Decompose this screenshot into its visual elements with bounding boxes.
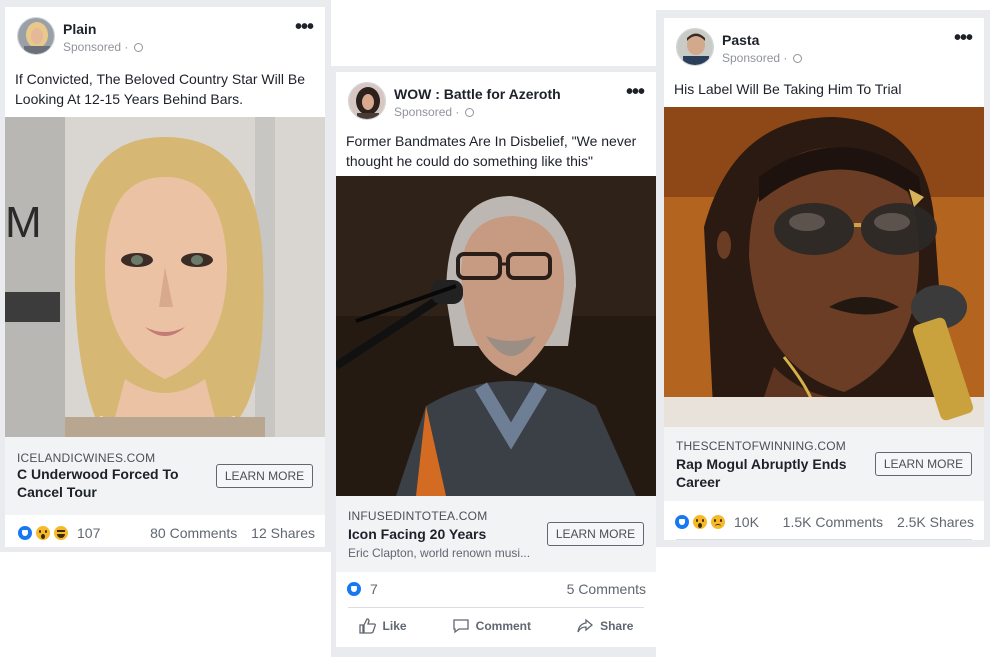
share-icon <box>577 618 594 633</box>
link-domain: INFUSEDINTOTEA.COM <box>348 509 488 523</box>
post-header: Pasta Sponsored · ••• <box>664 18 984 74</box>
link-preview[interactable]: INFUSEDINTOTEA.COM Icon Facing 20 Years … <box>336 496 656 572</box>
sad-reaction-icon <box>710 514 726 530</box>
like-button[interactable]: Like <box>358 618 407 634</box>
ad-image[interactable]: M <box>5 117 325 437</box>
ad-card-pasta: Pasta Sponsored · ••• His Label Will Be … <box>664 18 984 540</box>
like-reaction-icon <box>346 581 362 597</box>
wow-reaction-icon <box>35 525 51 541</box>
link-headline[interactable]: C Underwood Forced To Cancel Tour <box>17 465 197 501</box>
learn-more-button[interactable]: LEARN MORE <box>547 522 644 546</box>
page-name[interactable]: Pasta <box>722 32 759 48</box>
link-preview[interactable]: THESCENTOFWINNING.COM Rap Mogul Abruptly… <box>664 427 984 501</box>
link-headline[interactable]: Rap Mogul Abruptly Ends Career <box>676 455 861 491</box>
comment-button[interactable]: Comment <box>452 618 531 634</box>
comment-count[interactable]: 5 Comments <box>567 581 646 597</box>
sponsored-label: Sponsored · <box>722 51 802 65</box>
learn-more-button[interactable]: LEARN MORE <box>875 452 972 476</box>
more-options-icon[interactable]: ••• <box>954 28 973 48</box>
like-reaction-icon <box>17 525 33 541</box>
reaction-count: 7 <box>370 581 378 597</box>
avatar[interactable] <box>17 17 55 55</box>
page-name[interactable]: Plain <box>63 21 96 37</box>
comment-label: Comment <box>475 619 531 633</box>
sponsored-text: Sponsored · <box>394 105 460 119</box>
svg-text:M: M <box>5 198 42 247</box>
link-preview[interactable]: ICELANDICWINES.COM C Underwood Forced To… <box>5 437 325 515</box>
post-text: If Convicted, The Beloved Country Star W… <box>15 71 305 107</box>
share-count[interactable]: 2.5K Shares <box>897 514 974 530</box>
haha-reaction-icon <box>53 525 69 541</box>
comment-share-counts: 1.5K Comments 2.5K Shares <box>783 514 974 530</box>
engagement-bar: 107 80 Comments 12 Shares <box>5 525 325 545</box>
wow-reaction-icon <box>692 514 708 530</box>
more-options-icon[interactable]: ••• <box>626 82 645 102</box>
ad-card-plain: Plain Sponsored · ••• If Convicted, The … <box>5 7 325 547</box>
globe-icon <box>133 43 143 52</box>
sponsored-text: Sponsored · <box>63 40 129 54</box>
reaction-summary[interactable]: 7 <box>346 581 378 597</box>
ad-card-wow: WOW : Battle for Azeroth Sponsored · •••… <box>336 72 656 647</box>
sponsored-text: Sponsored · <box>722 51 788 65</box>
share-label: Share <box>600 619 634 633</box>
share-button[interactable]: Share <box>576 618 633 634</box>
link-domain: ICELANDICWINES.COM <box>17 451 156 465</box>
post-header: WOW : Battle for Azeroth Sponsored · ••• <box>336 72 656 128</box>
reaction-count: 10K <box>734 514 759 530</box>
link-domain: THESCENTOFWINNING.COM <box>676 439 846 453</box>
actions-divider <box>676 539 972 540</box>
comment-count[interactable]: 80 Comments <box>150 525 237 541</box>
learn-more-button[interactable]: LEARN MORE <box>216 464 313 488</box>
avatar[interactable] <box>676 28 714 66</box>
comment-count[interactable]: 1.5K Comments <box>783 514 883 530</box>
post-actions: Like Comment Share <box>336 618 656 634</box>
actions-divider <box>348 607 644 608</box>
engagement-bar: 7 5 Comments <box>336 581 656 601</box>
link-headline[interactable]: Icon Facing 20 Years <box>348 525 538 543</box>
comment-share-counts: 80 Comments 12 Shares <box>150 525 315 541</box>
engagement-bar: 10K 1.5K Comments 2.5K Shares <box>664 514 984 534</box>
reaction-count: 107 <box>77 525 101 541</box>
link-description: Eric Clapton, world renown musi... <box>348 546 531 560</box>
thumbs-up-icon <box>358 618 376 634</box>
post-text: Former Bandmates Are In Disbelief, "We n… <box>346 133 637 169</box>
reaction-summary[interactable]: 10K <box>674 514 759 530</box>
comment-count-wrap: 5 Comments <box>567 581 646 597</box>
globe-icon <box>464 108 474 117</box>
more-options-icon[interactable]: ••• <box>295 17 314 37</box>
reaction-summary[interactable]: 107 <box>17 525 100 541</box>
post-text: His Label Will Be Taking Him To Trial <box>674 81 902 97</box>
ad-image[interactable] <box>664 107 984 427</box>
like-reaction-icon <box>674 514 690 530</box>
like-label: Like <box>382 619 407 633</box>
ad-image[interactable] <box>336 176 656 496</box>
sponsored-label: Sponsored · <box>394 105 474 119</box>
avatar[interactable] <box>348 82 386 120</box>
comment-icon <box>453 619 469 634</box>
page-name[interactable]: WOW : Battle for Azeroth <box>394 86 561 102</box>
sponsored-label: Sponsored · <box>63 40 143 54</box>
globe-icon <box>792 54 802 63</box>
post-header: Plain Sponsored · ••• <box>5 7 325 63</box>
share-count[interactable]: 12 Shares <box>251 525 315 541</box>
